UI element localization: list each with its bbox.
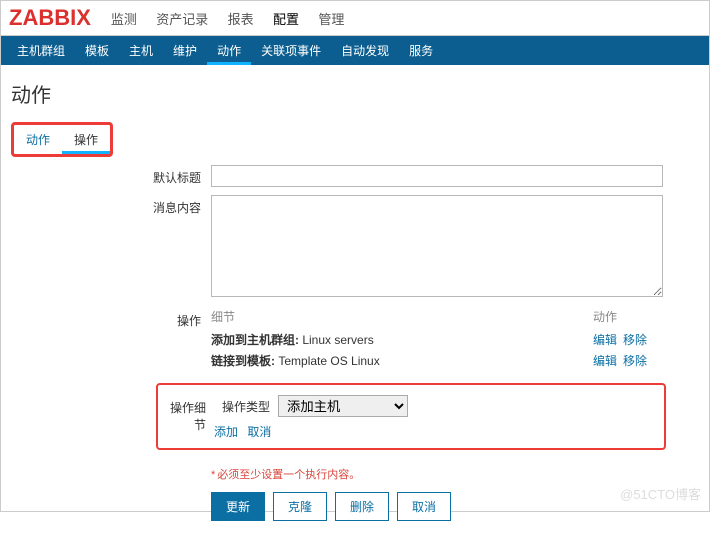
subnav-hosts[interactable]: 主机 [119,36,163,65]
topnav-admin[interactable]: 管理 [318,7,344,30]
clone-button[interactable]: 克隆 [273,492,327,521]
label-op-detail: 操作细节 [166,395,214,440]
cancel-button[interactable]: 取消 [397,492,451,521]
op-detail-add[interactable]: 添加 [214,425,238,439]
topnav-configuration[interactable]: 配置 [273,7,299,30]
tab-action[interactable]: 动作 [14,125,62,154]
page-title: 动作 [1,65,709,114]
sub-nav: 主机群组 模板 主机 维护 动作 关联项事件 自动发现 服务 [1,36,709,65]
subnav-actions[interactable]: 动作 [207,36,251,65]
label-message: 消息内容 [11,195,211,300]
op-row: 链接到模板: Template OS Linux 编辑移除 [211,350,663,371]
col-action: 动作 [593,308,663,325]
label-subject: 默认标题 [11,165,211,187]
label-op-type: 操作类型 [214,398,270,415]
op-detail-cancel[interactable]: 取消 [247,425,271,439]
required-note: *必须至少设置一个执行内容。 [211,458,699,492]
topnav-reports[interactable]: 报表 [228,7,254,30]
delete-button[interactable]: 删除 [335,492,389,521]
topnav-monitoring[interactable]: 监测 [111,7,137,30]
op-remove[interactable]: 移除 [623,333,647,347]
op-row: 添加到主机群组: Linux servers 编辑移除 [211,329,663,350]
subnav-hostgroups[interactable]: 主机群组 [7,36,75,65]
select-op-type[interactable]: 添加主机 [278,395,408,417]
op-edit[interactable]: 编辑 [593,333,617,347]
textarea-message[interactable] [211,195,663,297]
topnav-inventory[interactable]: 资产记录 [156,7,208,30]
op-remove[interactable]: 移除 [623,354,647,368]
subnav-correlation[interactable]: 关联项事件 [251,36,331,65]
op-edit[interactable]: 编辑 [593,354,617,368]
operations-table: 细节 动作 添加到主机群组: Linux servers 编辑移除 链接到模板:… [211,308,663,371]
subnav-maintenance[interactable]: 维护 [163,36,207,65]
subnav-discovery[interactable]: 自动发现 [331,36,399,65]
update-button[interactable]: 更新 [211,492,265,521]
label-operations: 操作 [11,308,211,371]
subnav-services[interactable]: 服务 [399,36,443,65]
input-subject[interactable] [211,165,663,187]
form-area: 默认标题 消息内容 操作 细节 动作 添加到主机群组: Linux server… [1,161,709,549]
tab-operations[interactable]: 操作 [62,125,110,154]
logo: ZABBIX [9,5,91,31]
col-detail: 细节 [211,308,593,325]
inner-tabs-highlight: 动作 操作 [11,122,113,157]
subnav-templates[interactable]: 模板 [75,36,119,65]
top-nav: 监测 资产记录 报表 配置 管理 [103,7,352,30]
top-bar: ZABBIX 监测 资产记录 报表 配置 管理 [1,1,709,36]
operation-detail-box: 操作细节 操作类型 添加主机 添加 取消 [156,383,666,450]
